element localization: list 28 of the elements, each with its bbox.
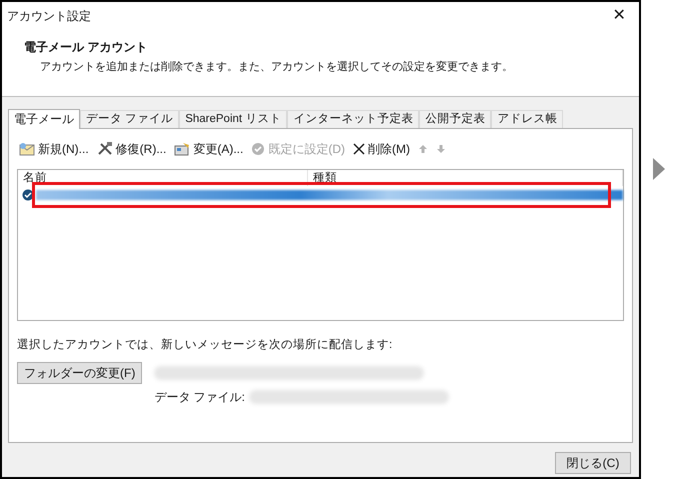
up-arrow-icon	[418, 144, 428, 154]
down-arrow-icon	[436, 144, 446, 154]
window-title: アカウント設定	[7, 8, 91, 25]
envelope-icon	[19, 142, 35, 156]
toolbar-button[interactable]: 削除(M)	[353, 140, 410, 158]
card-icon	[174, 142, 190, 156]
tab[interactable]: 公開予定表	[419, 110, 492, 128]
next-arrow-icon	[652, 158, 664, 180]
tab[interactable]: アドレス帳	[491, 110, 564, 128]
tab[interactable]: データ ファイル	[80, 110, 180, 128]
data-file-label: データ ファイル:	[154, 388, 245, 406]
section-description: アカウントを追加または削除できます。また、アカウントを選択してその設定を変更できます。	[39, 60, 514, 75]
tab[interactable]: インターネット予定表	[287, 110, 420, 128]
check-circle-icon	[251, 142, 266, 156]
account-row[interactable]	[36, 190, 623, 200]
tab[interactable]: 電子メール	[8, 108, 80, 128]
change-folder-button[interactable]: フォルダーの変更(F)	[17, 362, 142, 384]
section-title: 電子メール アカウント	[24, 39, 148, 56]
toolbar-button[interactable]: 新規(N)...	[19, 140, 89, 158]
close-dialog-button[interactable]: 閉じる(C)	[555, 452, 631, 474]
tab[interactable]: SharePoint リスト	[179, 110, 288, 128]
column-header[interactable]: 名前	[18, 170, 308, 186]
close-icon	[353, 142, 366, 154]
column-header[interactable]: 種類	[308, 170, 623, 186]
toolbar-button[interactable]: 変更(A)...	[174, 140, 244, 158]
toolbar-button[interactable]: 修復(R)...	[96, 140, 166, 158]
delivery-label: 選択したアカウントでは、新しいメッセージを次の場所に配信します:	[17, 337, 394, 352]
close-button[interactable]: ✕	[604, 4, 634, 28]
